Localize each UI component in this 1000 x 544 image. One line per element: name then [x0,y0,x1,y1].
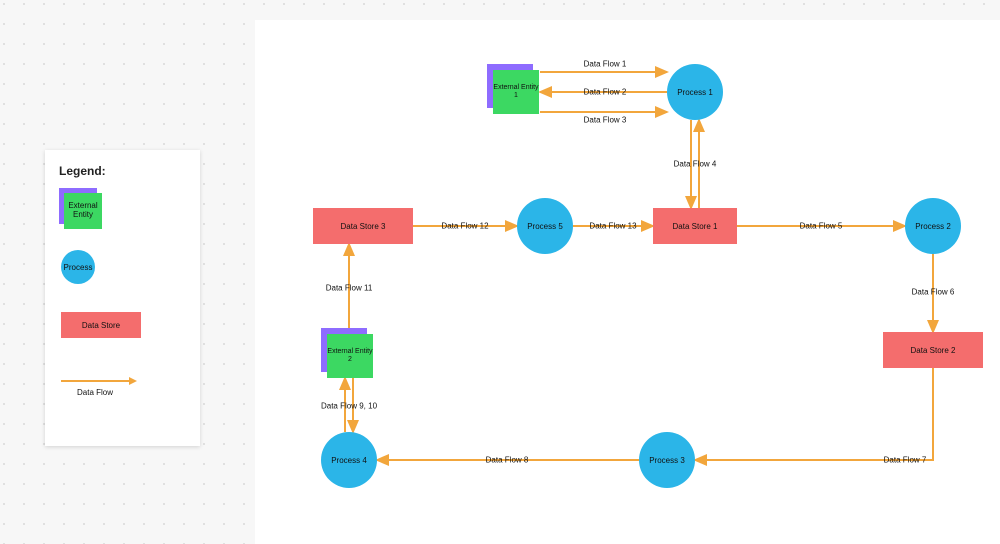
legend-item-flow: Data Flow [59,374,200,420]
page-root: Legend: External Entity Process Data Sto… [0,0,1000,544]
entity-1[interactable]: External Entity 1 [493,70,539,114]
flow-label-9-10: Data Flow 9, 10 [321,402,377,411]
process-2[interactable]: Process 2 [905,198,961,254]
data-store-2[interactable]: Data Store 2 [883,332,983,368]
diagram-canvas[interactable]: Data Flow 1 Data Flow 2 Data Flow 3 Data… [255,20,1000,544]
process-3[interactable]: Process 3 [639,432,695,488]
flow-label-8: Data Flow 8 [486,456,529,465]
store-icon: Data Store [61,312,141,338]
process-4[interactable]: Process 4 [321,432,377,488]
legend-panel: Legend: External Entity Process Data Sto… [45,150,200,446]
flow-label-11: Data Flow 11 [326,284,373,293]
flow-label-13: Data Flow 13 [589,222,636,231]
legend-title: Legend: [59,164,200,178]
process-5[interactable]: Process 5 [517,198,573,254]
arrow-icon [61,380,133,382]
flow-label-1: Data Flow 1 [584,60,627,69]
flow-label-7: Data Flow 7 [884,456,927,465]
flow-label-3: Data Flow 3 [584,116,627,125]
flow-label-6: Data Flow 6 [912,288,955,297]
flow-label-5: Data Flow 5 [800,222,843,231]
entity-2[interactable]: External Entity 2 [327,334,373,378]
legend-item-entity: External Entity [59,188,200,234]
legend-item-process: Process [59,250,200,296]
flow-label-4: Data Flow 4 [674,160,717,169]
process-icon: Process [61,250,95,284]
process-1[interactable]: Process 1 [667,64,723,120]
flow-label: Data Flow [77,388,113,397]
legend-item-store: Data Store [59,312,200,358]
data-store-1[interactable]: Data Store 1 [653,208,737,244]
flow-label-12: Data Flow 12 [441,222,488,231]
data-store-3[interactable]: Data Store 3 [313,208,413,244]
entity-icon: External Entity [64,193,102,229]
flow-label-2: Data Flow 2 [584,88,627,97]
